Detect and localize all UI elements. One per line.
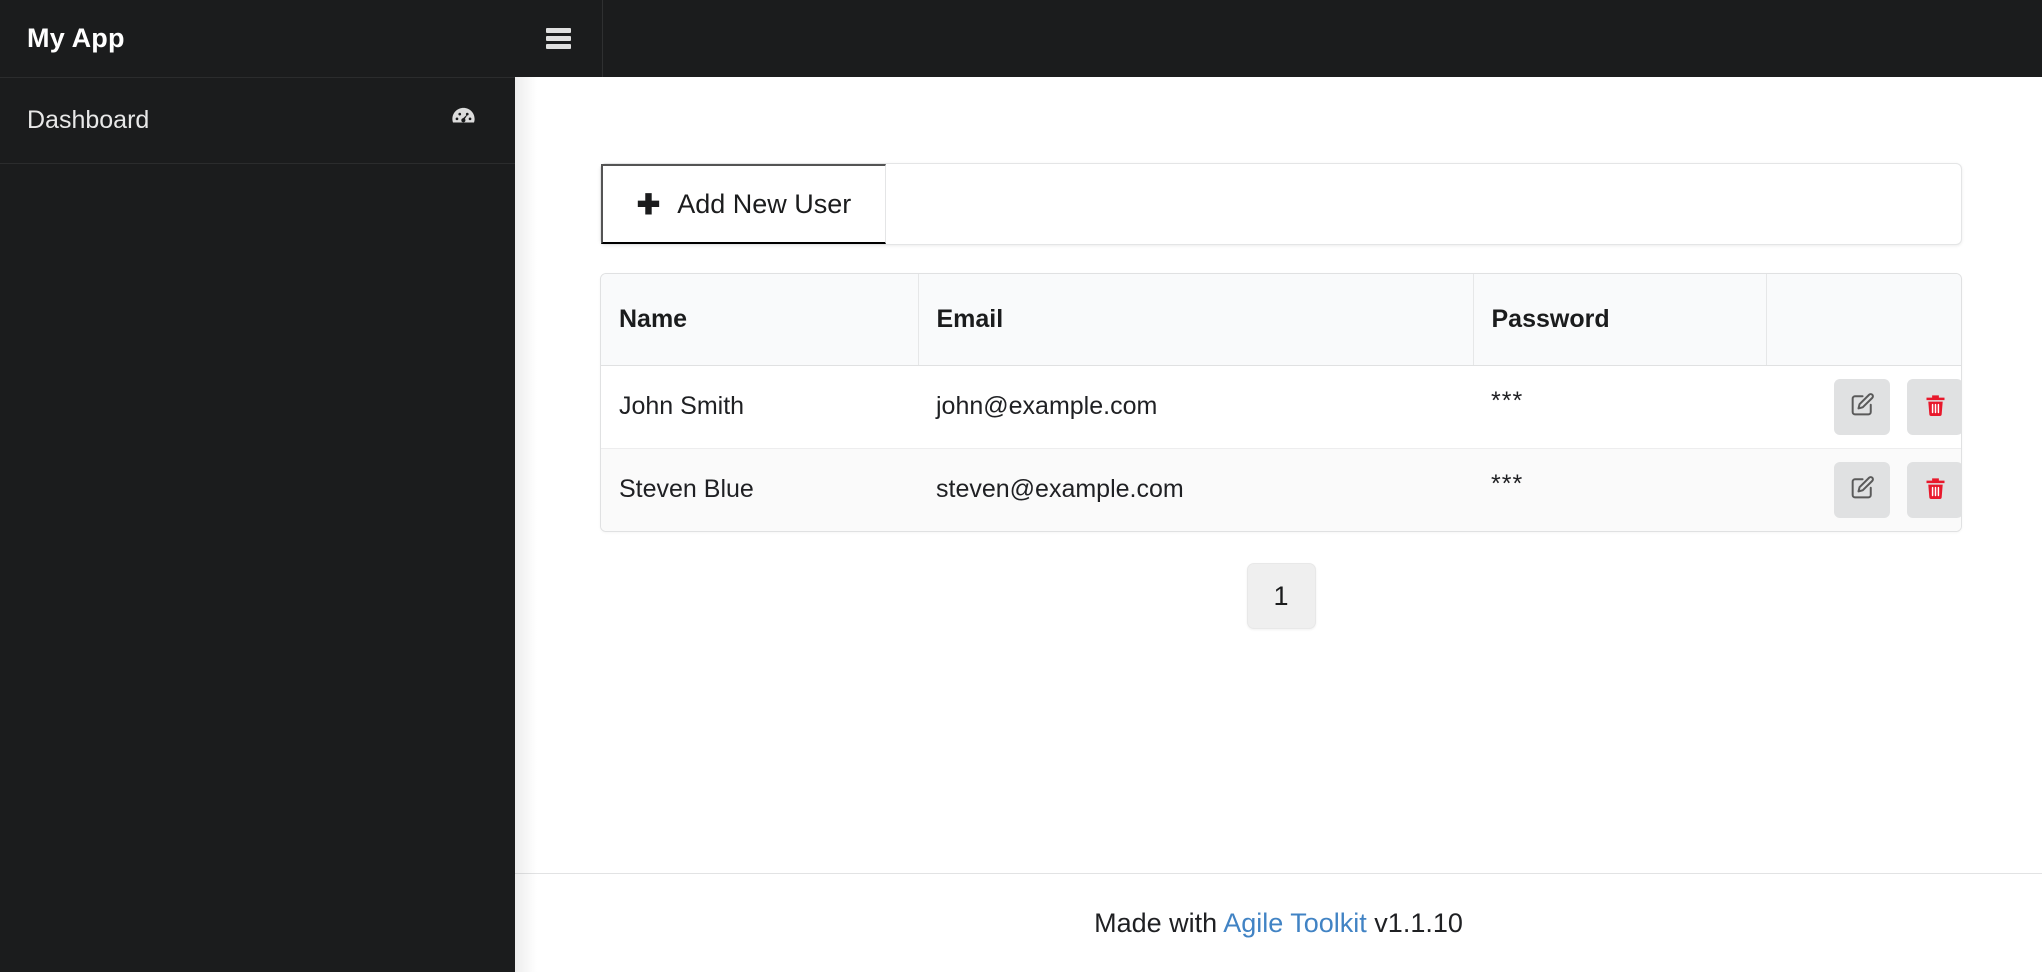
pagination: 1 — [600, 563, 1962, 629]
cell-email: steven@example.com — [918, 448, 1473, 531]
users-table-container: Name Email Password John Smith john@exam… — [600, 273, 1962, 532]
password-mask: *** — [1491, 387, 1524, 415]
edit-row-button[interactable] — [1834, 378, 1891, 435]
add-new-user-button[interactable]: ✚ Add New User — [601, 164, 886, 244]
edit-row-button[interactable] — [1834, 461, 1891, 518]
trash-icon — [1922, 475, 1949, 505]
cell-password: *** — [1473, 448, 1766, 531]
users-table: Name Email Password John Smith john@exam… — [601, 274, 1961, 531]
delete-row-button[interactable] — [1907, 378, 1961, 435]
agile-toolkit-link[interactable]: Agile Toolkit — [1223, 908, 1367, 938]
table-row: John Smith john@example.com *** — [601, 365, 1961, 449]
pagination-page-1[interactable]: 1 — [1246, 563, 1316, 629]
cell-name: John Smith — [601, 365, 918, 449]
sidebar-item-dashboard[interactable]: Dashboard — [0, 78, 515, 164]
cell-email: john@example.com — [918, 365, 1473, 449]
main-content: ✚ Add New User Name Email Password John … — [515, 77, 2042, 972]
column-header-actions — [1766, 274, 1961, 366]
app-root: My App Dashboard ✚ Add New User Name Ema… — [0, 0, 2042, 972]
sidebar-menu: Dashboard — [0, 77, 515, 164]
add-new-user-label: Add New User — [677, 188, 852, 219]
trash-icon — [1922, 392, 1949, 422]
table-header: Name Email Password — [601, 274, 1961, 366]
content-inner: ✚ Add New User Name Email Password John … — [600, 163, 1962, 629]
footer-version: v1.1.10 — [1366, 907, 1463, 938]
cell-password: *** — [1473, 365, 1766, 449]
toolbar-empty-area — [886, 164, 1961, 244]
password-mask: *** — [1491, 470, 1524, 499]
app-brand-label: My App — [27, 23, 125, 53]
footer-credit: Made with Agile Toolkit v1.1.10 — [1094, 908, 1463, 939]
top-bar — [515, 0, 2042, 77]
cell-actions — [1766, 448, 1961, 531]
crud-toolbar: ✚ Add New User — [600, 163, 1962, 245]
hamburger-menu-icon — [546, 28, 571, 49]
cell-name: Steven Blue — [601, 448, 918, 531]
footer-prefix: Made with — [1094, 907, 1224, 938]
gauge-icon — [449, 103, 478, 139]
edit-pencil-icon — [1848, 391, 1876, 422]
menu-toggle-button[interactable] — [515, 0, 603, 77]
column-header-email[interactable]: Email — [918, 274, 1474, 366]
column-header-password[interactable]: Password — [1473, 274, 1767, 366]
edit-pencil-icon — [1848, 474, 1876, 505]
footer: Made with Agile Toolkit v1.1.10 — [515, 873, 2042, 972]
cell-actions — [1766, 365, 1961, 449]
sidebar: My App Dashboard — [0, 0, 515, 972]
table-header-row: Name Email Password — [601, 274, 1961, 366]
sidebar-item-label: Dashboard — [27, 106, 150, 134]
table-row: Steven Blue steven@example.com *** — [601, 448, 1961, 531]
table-body: John Smith john@example.com *** Steven B… — [601, 365, 1961, 531]
column-header-name[interactable]: Name — [601, 274, 919, 366]
content-edge-shadow — [515, 77, 537, 972]
delete-row-button[interactable] — [1907, 461, 1961, 518]
app-brand-title: My App — [0, 0, 515, 77]
plus-icon: ✚ — [636, 189, 661, 220]
